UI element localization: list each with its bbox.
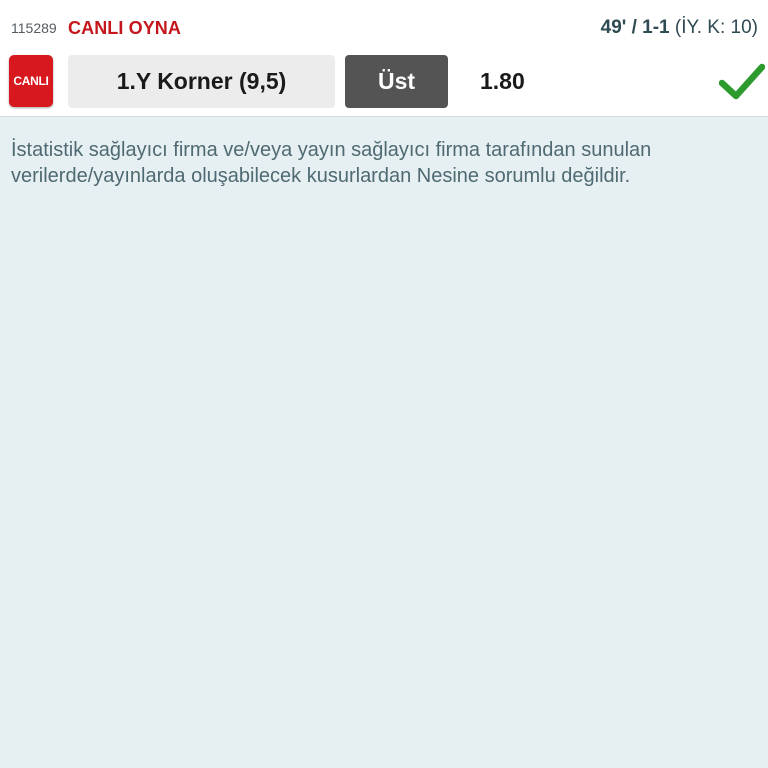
score-detail: (İY. K: 10) [674, 17, 758, 38]
check-icon [719, 63, 765, 100]
match-code: 115289 [11, 20, 57, 36]
pick-button[interactable]: Üst [345, 55, 448, 108]
live-play-link[interactable]: CANLI OYNA [68, 16, 181, 40]
odds-value: 1.80 [480, 68, 525, 94]
disclaimer-text: İstatistik sağlayıcı firma ve/veya yayın… [11, 139, 652, 187]
match-score: 49' / 1-1 (İY. K: 10) [601, 15, 758, 41]
score-main: 49' / 1-1 [600, 17, 670, 38]
live-badge: CANLI [9, 55, 53, 107]
bet-summary-panel: 115289 CANLI OYNA 49' / 1-1 (İY. K: 10) … [0, 0, 768, 117]
market-name: 1.Y Korner (9,5) [68, 55, 335, 108]
